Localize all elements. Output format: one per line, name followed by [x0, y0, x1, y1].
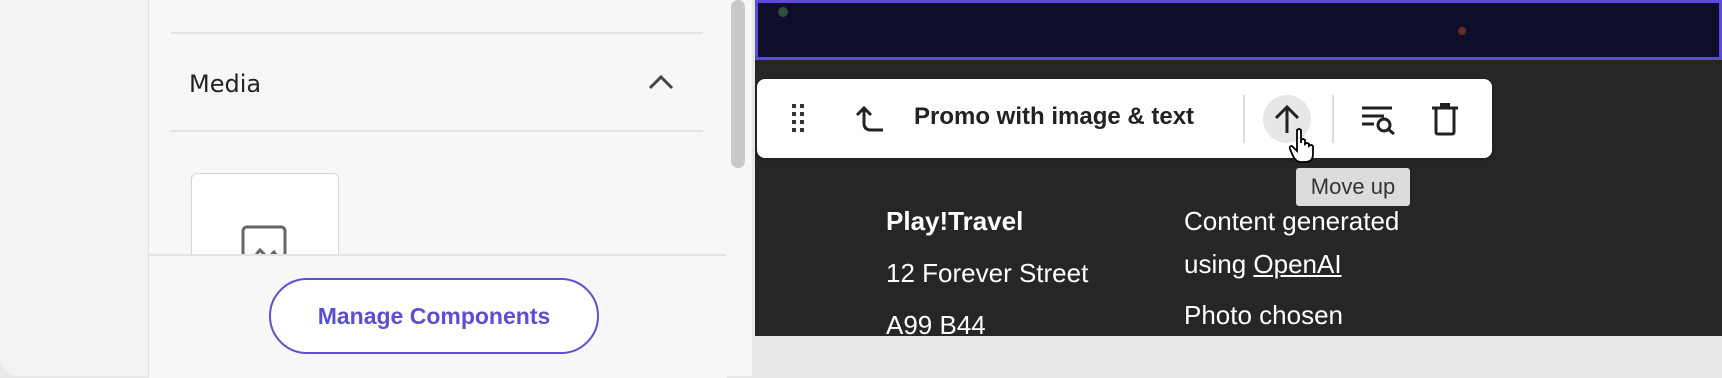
component-toolbar: Promo with image & text: [757, 79, 1492, 158]
toolbar-separator: [1332, 95, 1334, 143]
content-generated-line2: using OpenAI: [1184, 249, 1342, 280]
hand-cursor-icon: [1288, 128, 1318, 169]
media-card[interactable]: [191, 173, 339, 265]
hero-decoration: [1458, 27, 1466, 35]
hero-decoration: [778, 7, 788, 17]
openai-link[interactable]: OpenAI: [1253, 249, 1341, 279]
sidebar-panel: Media Manage Components: [148, 0, 728, 378]
trash-icon[interactable]: [1427, 99, 1463, 139]
using-text: using: [1184, 249, 1254, 279]
divider: [171, 130, 703, 132]
content-generated-text: Content generated: [1184, 206, 1400, 236]
drag-handle-icon[interactable]: [789, 101, 807, 137]
search-list-icon[interactable]: [1360, 101, 1396, 137]
sidebar-footer: Manage Components: [149, 254, 727, 378]
move-up-tooltip: Move up: [1296, 168, 1410, 206]
footer-address-line2: A99 B44: [886, 310, 986, 336]
toolbar-separator: [1243, 95, 1245, 143]
hero-image-section[interactable]: [755, 0, 1722, 60]
scrollbar-thumb[interactable]: [731, 0, 745, 168]
chevron-up-icon[interactable]: [645, 66, 677, 98]
media-section-header[interactable]: Media: [171, 34, 703, 131]
manage-components-button[interactable]: Manage Components: [269, 278, 599, 354]
footer-address-line1: 12 Forever Street: [886, 258, 1089, 288]
footer-brand: Play!Travel: [886, 206, 1024, 236]
media-section-title: Media: [189, 70, 262, 98]
select-parent-icon[interactable]: [849, 99, 889, 139]
photo-chosen-text: Photo chosen: [1184, 300, 1344, 330]
component-label: Promo with image & text: [914, 103, 1195, 130]
page-preview: Play!Travel 12 Forever Street A99 B44 Co…: [755, 0, 1722, 336]
left-edge: [0, 0, 148, 376]
